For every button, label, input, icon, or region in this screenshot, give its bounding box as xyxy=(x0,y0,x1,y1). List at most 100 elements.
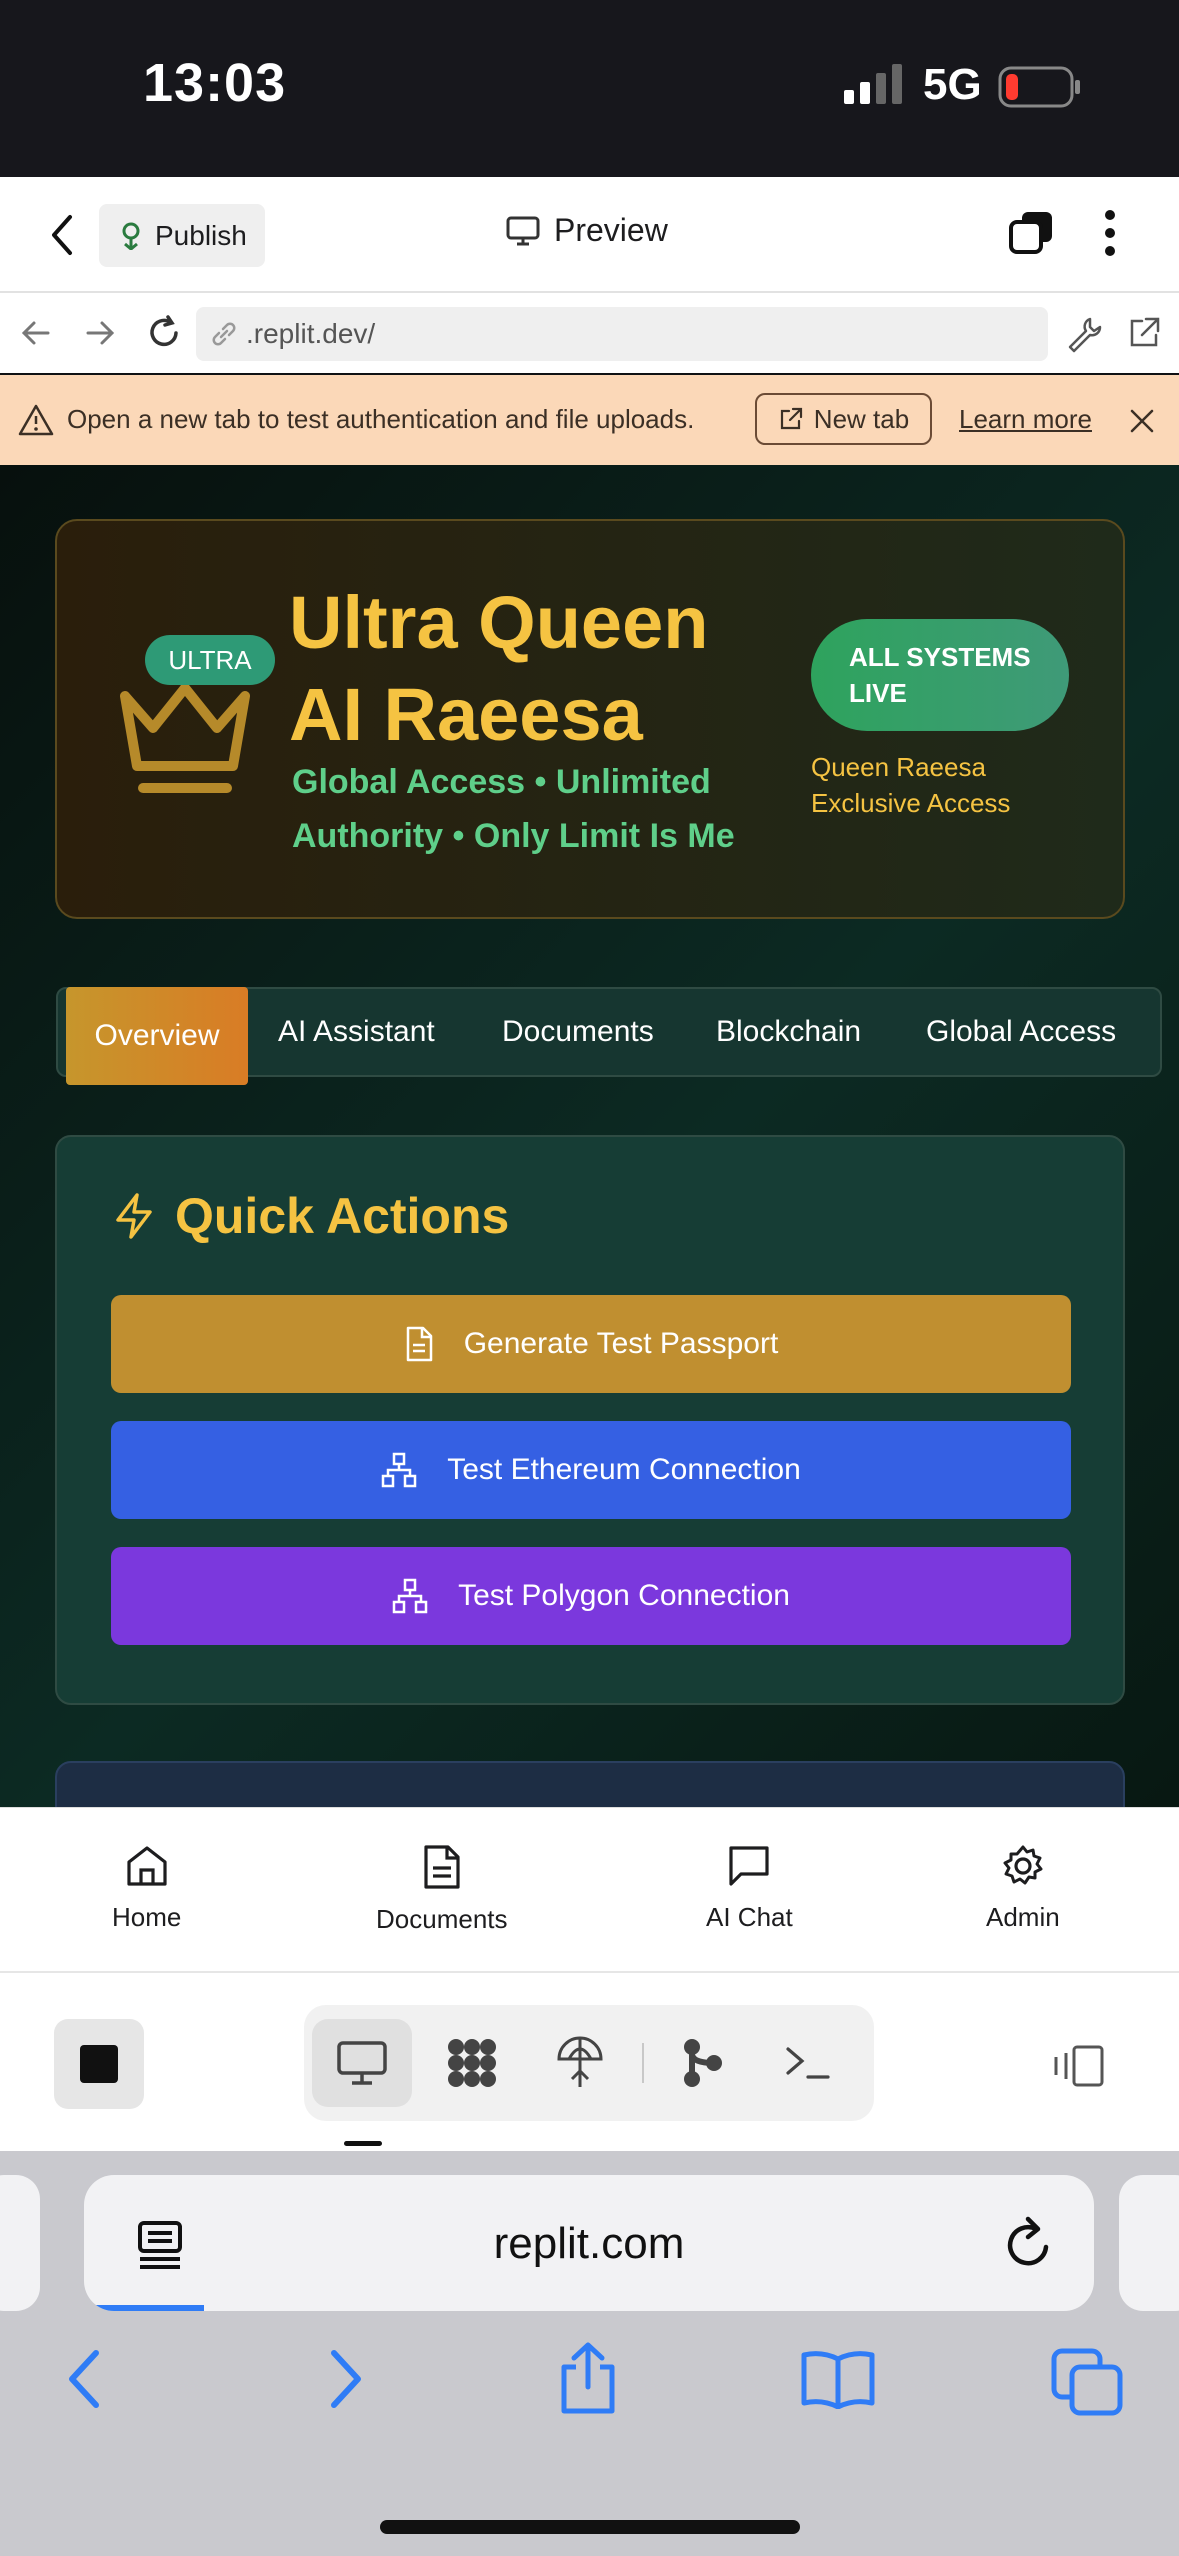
tab-documents[interactable]: Documents xyxy=(502,989,654,1075)
lightning-icon xyxy=(116,1193,152,1239)
tab-blockchain[interactable]: Blockchain xyxy=(716,989,861,1075)
generate-passport-label: Generate Test Passport xyxy=(463,1327,779,1360)
tool-shell[interactable] xyxy=(758,2019,858,2107)
link-icon xyxy=(212,322,236,346)
document-icon xyxy=(424,1845,460,1889)
preview-title: Preview xyxy=(506,212,668,249)
home-icon xyxy=(127,1846,167,1886)
new-tab-button[interactable]: New tab xyxy=(755,393,932,445)
tab-ai-assistant[interactable]: AI Assistant xyxy=(278,989,435,1075)
test-polygon-button[interactable]: Test Polygon Connection xyxy=(111,1547,1071,1645)
git-icon xyxy=(684,2039,722,2087)
chat-icon xyxy=(729,1846,769,1886)
nav-admin-label: Admin xyxy=(986,1902,1060,1932)
tabs-icon[interactable] xyxy=(1050,2347,1124,2417)
back-chevron-icon[interactable] xyxy=(64,2347,108,2411)
quick-actions-heading: Quick Actions xyxy=(113,1187,509,1245)
reload-icon[interactable] xyxy=(144,313,184,353)
network-label: 5G xyxy=(923,60,982,109)
tool-preview[interactable] xyxy=(312,2019,412,2107)
safari-chrome: replit.com xyxy=(0,2151,1179,2556)
tool-deploy[interactable] xyxy=(530,2019,630,2107)
generate-passport-button[interactable]: Generate Test Passport xyxy=(111,1295,1071,1393)
next-card xyxy=(55,1761,1125,1807)
document-icon xyxy=(406,1326,432,1362)
preview-label: Preview xyxy=(554,212,668,248)
url-field[interactable]: .replit.dev/ xyxy=(196,307,1048,361)
safari-address-bar[interactable]: replit.com xyxy=(84,2175,1094,2311)
battery-icon xyxy=(998,66,1080,108)
workspace-tools xyxy=(304,2005,874,2121)
prev-tab-preview[interactable] xyxy=(0,2175,40,2311)
replit-header: Publish Preview xyxy=(0,177,1179,293)
nav-documents[interactable]: Documents xyxy=(376,1844,508,1935)
nav-ai-chat[interactable]: AI Chat xyxy=(706,1844,793,1933)
terminal-icon xyxy=(786,2047,830,2079)
test-ethereum-label: Test Ethereum Connection xyxy=(447,1453,801,1486)
nav-ai-chat-label: AI Chat xyxy=(706,1902,793,1932)
nav-documents-label: Documents xyxy=(376,1904,508,1934)
app-bottom-nav: Home Documents AI Chat Admin xyxy=(0,1807,1179,1971)
test-ethereum-button[interactable]: Test Ethereum Connection xyxy=(111,1421,1071,1519)
publish-label: Publish xyxy=(155,219,247,251)
nav-admin[interactable]: Admin xyxy=(986,1844,1060,1933)
notice-banner: Open a new tab to test authentication an… xyxy=(0,375,1179,465)
tab-overview[interactable]: Overview xyxy=(66,987,248,1085)
monitor-icon xyxy=(337,2041,387,2085)
publish-button[interactable]: Publish xyxy=(99,204,265,267)
ultra-badge: ULTRA xyxy=(145,635,275,685)
bookmarks-icon[interactable] xyxy=(800,2349,876,2409)
home-indicator xyxy=(380,2520,800,2534)
back-chevron-icon[interactable] xyxy=(44,211,80,259)
status-time: 13:03 xyxy=(143,53,287,113)
reload-icon[interactable] xyxy=(1002,2215,1054,2271)
tool-git[interactable] xyxy=(652,2019,752,2107)
safari-domain: replit.com xyxy=(493,2219,685,2268)
agent-icon xyxy=(448,2039,496,2087)
panel-toggle-icon[interactable] xyxy=(1052,2043,1106,2089)
monitor-icon xyxy=(506,216,540,245)
section-tabs: Overview AI Assistant Documents Blockcha… xyxy=(56,987,1162,1085)
share-icon[interactable] xyxy=(556,2341,620,2415)
url-bar: .replit.dev/ xyxy=(0,293,1179,373)
exclusive-access-note: Queen Raeesa Exclusive Access xyxy=(811,752,1011,818)
tabs-icon[interactable] xyxy=(1008,210,1054,256)
crown-icon xyxy=(120,683,250,793)
next-tab-preview[interactable] xyxy=(1119,2175,1179,2311)
gear-icon xyxy=(1003,1845,1043,1885)
app-viewport: ULTRA Ultra Queen AI Raeesa Global Acces… xyxy=(0,465,1179,1807)
new-tab-label: New tab xyxy=(813,403,910,434)
more-options-icon[interactable] xyxy=(1100,207,1120,259)
warning-icon xyxy=(18,404,54,436)
signal-icon xyxy=(844,64,902,104)
quick-actions-title: Quick Actions xyxy=(175,1188,510,1244)
network-icon xyxy=(392,1578,428,1614)
notice-message: Open a new tab to test authentication an… xyxy=(67,404,695,434)
close-icon[interactable] xyxy=(1129,408,1155,434)
status-bar: 13:03 5G xyxy=(0,0,1179,177)
publish-icon xyxy=(122,222,140,250)
nav-forward-icon[interactable] xyxy=(80,313,120,353)
globe-antenna-icon xyxy=(557,2036,603,2087)
network-icon xyxy=(381,1452,417,1488)
stop-button[interactable] xyxy=(54,2019,144,2109)
forward-chevron-icon[interactable] xyxy=(322,2347,366,2411)
wrench-icon[interactable] xyxy=(1064,313,1104,353)
external-link-icon[interactable] xyxy=(1124,313,1164,353)
replit-toolbar xyxy=(0,1971,1179,2151)
active-tool-indicator xyxy=(344,2141,382,2146)
tool-agent[interactable] xyxy=(422,2019,522,2107)
tab-global-access[interactable]: Global Access xyxy=(926,989,1116,1075)
nav-home-label: Home xyxy=(112,1902,182,1932)
url-text: .replit.dev/ xyxy=(246,318,376,349)
tool-divider xyxy=(642,2043,644,2083)
test-polygon-label: Test Polygon Connection xyxy=(458,1579,790,1612)
nav-back-icon[interactable] xyxy=(16,313,56,353)
external-link-icon xyxy=(780,407,802,430)
nav-home[interactable]: Home xyxy=(112,1844,181,1933)
learn-more-link[interactable]: Learn more xyxy=(959,404,1092,435)
systems-live-badge: ALL SYSTEMS LIVE xyxy=(811,619,1069,731)
hero-title: Ultra Queen AI Raeesa xyxy=(289,581,709,756)
hero-card: ULTRA Ultra Queen AI Raeesa Global Acces… xyxy=(55,519,1125,919)
page-load-progress xyxy=(84,2305,204,2311)
